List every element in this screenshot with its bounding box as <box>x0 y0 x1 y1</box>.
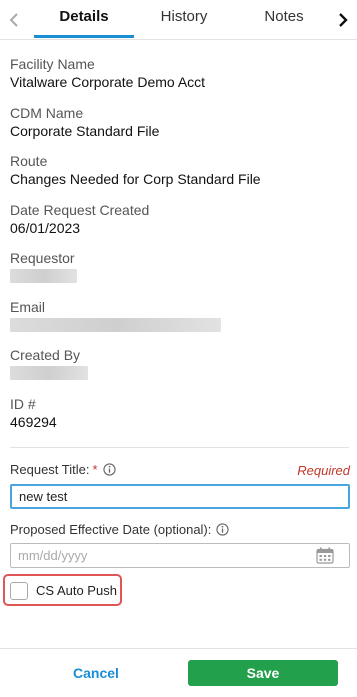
required-indicator: Required <box>297 463 350 478</box>
cdm-name-field: CDM Name Corporate Standard File <box>10 105 350 154</box>
request-title-label: Request Title: * <box>10 462 116 477</box>
cs-auto-push-checkbox[interactable] <box>10 582 28 600</box>
effective-date-input[interactable] <box>10 543 350 568</box>
facility-name-value: Vitalware Corporate Demo Acct <box>10 74 206 90</box>
cs-auto-push-label[interactable]: CS Auto Push <box>36 583 117 598</box>
email-redacted <box>10 317 221 332</box>
tab-notes[interactable]: Notes <box>254 0 314 40</box>
date-request-created-value: 06/01/2023 <box>10 219 81 236</box>
request-title-label-text: Request Title: <box>10 462 90 477</box>
tab-details[interactable]: Details <box>34 0 134 40</box>
chevron-left-icon <box>9 13 18 27</box>
tab-bar: Details History Notes <box>0 0 357 40</box>
required-star: * <box>92 462 98 477</box>
id-field: ID # 469294 <box>10 396 350 445</box>
email-label: Email <box>10 298 46 315</box>
info-icon[interactable] <box>102 463 116 476</box>
created-by-label: Created By <box>10 347 81 363</box>
created-by-redacted <box>10 366 88 380</box>
cdm-name-label: CDM Name <box>10 104 84 121</box>
chevron-right-icon <box>339 13 348 27</box>
facility-name-field: Facility Name Vitalware Corporate Demo A… <box>10 56 350 105</box>
created-by-field: Created By <box>10 347 350 396</box>
date-request-created-field: Date Request Created 06/01/2023 <box>10 202 350 251</box>
cancel-button[interactable]: Cancel <box>40 660 152 686</box>
active-tab-indicator <box>34 35 134 38</box>
requestor-redacted <box>10 269 77 283</box>
request-title-input[interactable] <box>10 484 350 509</box>
section-divider <box>10 447 349 448</box>
info-icon[interactable] <box>216 523 230 536</box>
details-panel: Facility Name Vitalware Corporate Demo A… <box>10 56 350 444</box>
requestor-field: Requestor <box>10 250 350 299</box>
facility-name-label: Facility Name <box>10 56 95 72</box>
route-label: Route <box>10 153 48 169</box>
tab-history[interactable]: History <box>148 0 220 40</box>
calendar-icon[interactable] <box>316 547 334 569</box>
requestor-label: Requestor <box>10 250 75 266</box>
id-value: 469294 <box>10 413 57 430</box>
route-field: Route Changes Needed for Corp Standard F… <box>10 153 350 202</box>
id-label: ID # <box>10 395 36 412</box>
route-value: Changes Needed for Corp Standard File <box>10 171 261 187</box>
tabs-scroll-left[interactable] <box>4 8 24 32</box>
effective-date-label: Proposed Effective Date (optional): <box>10 522 230 537</box>
cdm-name-value: Corporate Standard File <box>10 122 160 139</box>
effective-date-label-text: Proposed Effective Date (optional): <box>10 522 212 537</box>
save-button[interactable]: Save <box>188 660 338 686</box>
date-request-created-label: Date Request Created <box>10 201 150 218</box>
footer-divider <box>0 648 357 649</box>
tabs-scroll-right[interactable] <box>333 8 353 32</box>
email-field: Email <box>10 299 350 348</box>
